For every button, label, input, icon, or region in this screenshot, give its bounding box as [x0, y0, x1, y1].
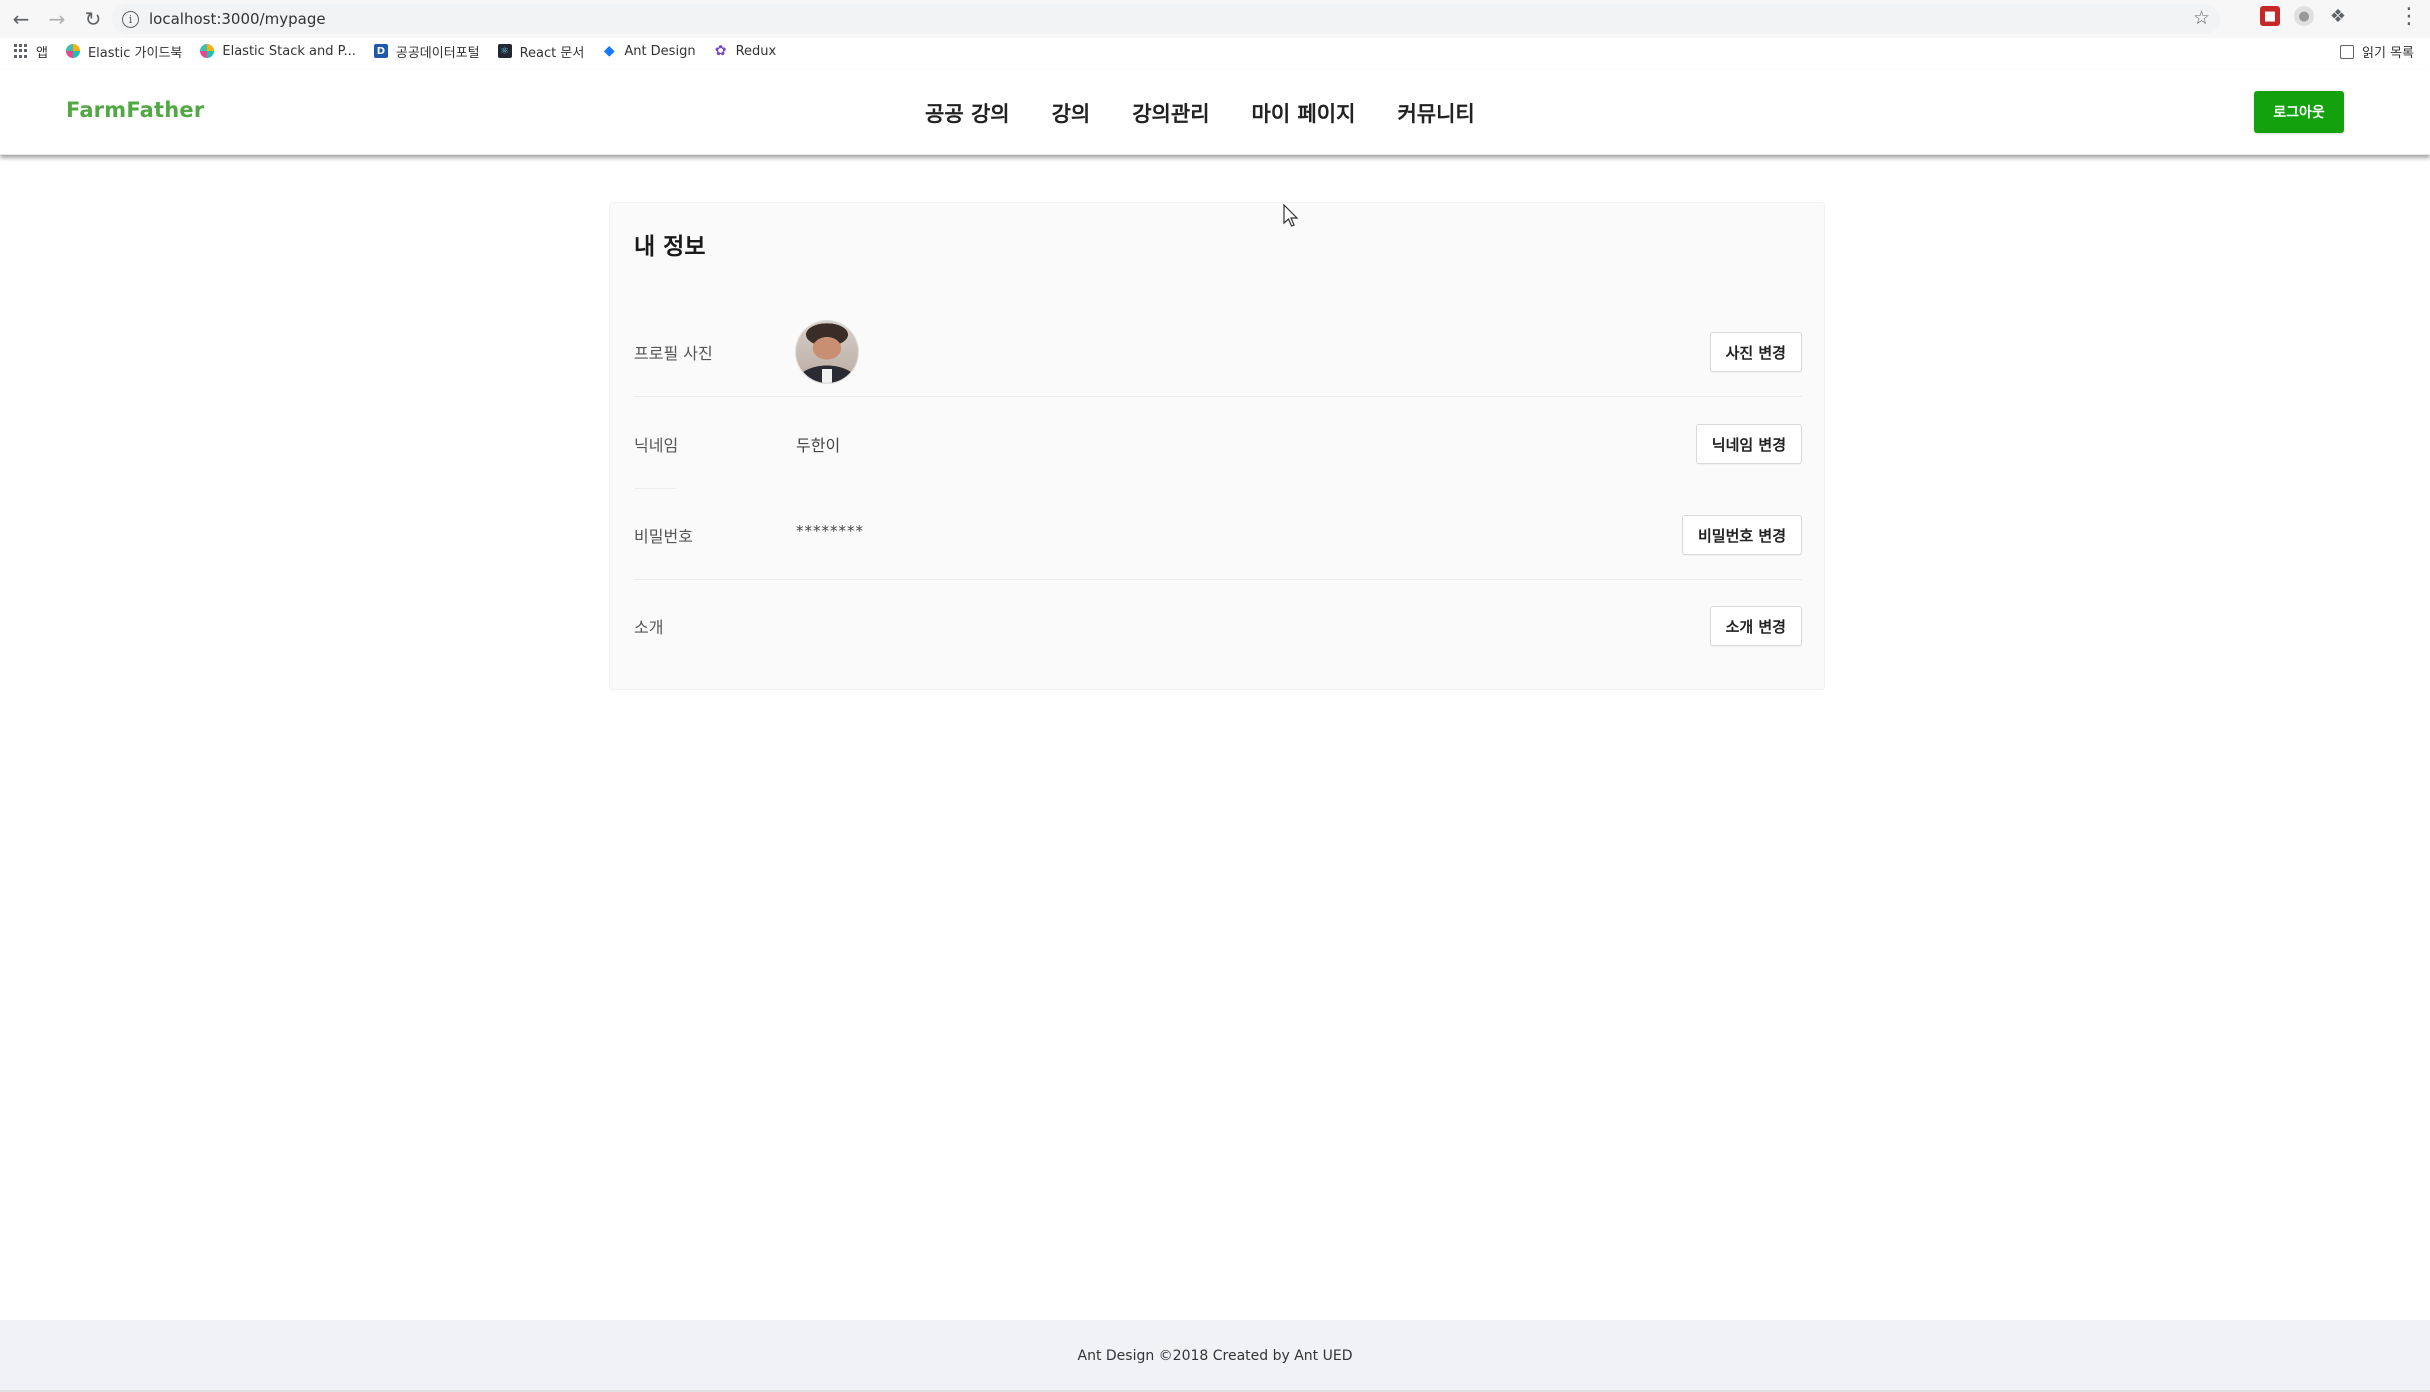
reload-icon[interactable]: ↻	[76, 2, 110, 36]
bookmark-label: 공공데이터포털	[395, 45, 480, 61]
nickname-row: 닉네임 두한이 닉네임 변경	[634, 399, 1802, 489]
app-header: FarmFather 공공 강의 강의 강의관리 마이 페이지 커뮤니티 로그아…	[0, 70, 2430, 155]
nav-my-page[interactable]: 마이 페이지	[1252, 98, 1356, 128]
bookmark-react-docs[interactable]: ⚛ React 문서	[497, 42, 585, 61]
footer: Ant Design ©2018 Created by Ant UED	[0, 1320, 2430, 1392]
bookmark-star-icon[interactable]: ☆	[2193, 7, 2210, 29]
row-value	[796, 321, 1710, 383]
password-row: 비밀번호 ******** 비밀번호 변경	[634, 490, 1802, 580]
introduction-row: 소개 소개 변경	[634, 581, 1802, 671]
main-nav: 공공 강의 강의 강의관리 마이 페이지 커뮤니티	[925, 98, 1475, 128]
reading-list[interactable]: 읽기 목록	[2340, 42, 2414, 61]
reading-list-icon	[2340, 44, 2355, 59]
bookmark-label: Ant Design	[624, 43, 696, 59]
change-password-button[interactable]: 비밀번호 변경	[1681, 515, 1802, 555]
bookmark-elastic-guide[interactable]: Elastic 가이드북	[65, 42, 183, 61]
bookmark-label: Elastic 가이드북	[87, 45, 183, 61]
bookmark-ant-design[interactable]: ◆ Ant Design	[602, 43, 696, 59]
row-label: 프로필 사진	[634, 344, 713, 363]
logout-button[interactable]: 로그아웃	[2254, 91, 2344, 133]
bookmarks-bar: 앱 Elastic 가이드북 Elastic Stack and P... D …	[0, 38, 2430, 64]
back-arrow-icon[interactable]: ←	[4, 2, 38, 36]
bookmark-label: Redux	[735, 43, 777, 59]
elastic-icon	[200, 44, 215, 58]
site-info-icon[interactable]: i	[122, 10, 139, 28]
password-value: ********	[796, 522, 864, 540]
bookmark-label: 앱	[36, 45, 48, 61]
reading-list-label: 읽기 목록	[2362, 46, 2414, 61]
change-nickname-button[interactable]: 닉네임 변경	[1695, 424, 1802, 464]
apps-icon[interactable]	[14, 44, 28, 58]
nav-community[interactable]: 커뮤니티	[1397, 98, 1474, 128]
url-text: localhost:3000/mypage	[149, 10, 326, 28]
nav-public-lectures[interactable]: 공공 강의	[925, 98, 1010, 128]
logo[interactable]: FarmFather	[66, 98, 204, 122]
row-divider	[634, 488, 676, 489]
forward-arrow-icon[interactable]: →	[40, 2, 74, 36]
redux-icon: ✿	[714, 43, 727, 59]
react-icon: ⚛	[497, 44, 512, 58]
bookmark-label: Elastic Stack and P...	[222, 43, 356, 59]
bookmark-elastic-stack[interactable]: Elastic Stack and P...	[200, 43, 356, 59]
row-divider	[634, 396, 1802, 397]
extensions-puzzle-icon[interactable]: ❖	[2328, 6, 2348, 27]
elastic-icon	[65, 44, 80, 58]
avatar	[796, 321, 858, 383]
nickname-value: 두한이	[796, 436, 841, 455]
bookmark-redux[interactable]: ✿ Redux	[714, 43, 777, 59]
extensions-area: ■ ● ❖	[2260, 6, 2348, 27]
nav-lecture-management[interactable]: 강의관리	[1132, 98, 1209, 128]
profile-photo-row: 프로필 사진 사진 변경	[634, 307, 1802, 397]
bookmark-label: React 문서	[519, 45, 585, 61]
row-label: 닉네임	[634, 436, 679, 455]
change-photo-button[interactable]: 사진 변경	[1709, 332, 1802, 372]
row-label: 소개	[634, 618, 664, 637]
address-bar[interactable]: i localhost:3000/mypage ☆	[112, 4, 2220, 34]
change-introduction-button[interactable]: 소개 변경	[1709, 606, 1802, 646]
bookmark-data-portal[interactable]: D 공공데이터포털	[373, 42, 480, 61]
extension-red-icon[interactable]: ■	[2260, 6, 2280, 26]
row-label: 비밀번호	[634, 527, 693, 546]
page-title: 내 정보	[634, 234, 706, 260]
data-portal-icon: D	[373, 44, 388, 58]
browser-menu-icon[interactable]: ⋮	[2398, 4, 2420, 29]
extension-gray-icon[interactable]: ●	[2294, 6, 2314, 26]
mouse-cursor-icon	[1283, 204, 1299, 227]
profile-card: 내 정보 프로필 사진 사진 변경 닉네임 두한이 닉네임 변경 비밀번호 **…	[609, 202, 1825, 690]
ant-design-icon: ◆	[603, 43, 615, 59]
row-divider	[634, 579, 1802, 580]
footer-text: Ant Design ©2018 Created by Ant UED	[1077, 1348, 1353, 1364]
bookmark-apps[interactable]: 앱	[36, 42, 48, 61]
browser-toolbar: ← → ↻ i localhost:3000/mypage ☆ ■ ● ❖ ⋮	[0, 0, 2430, 38]
nav-lectures[interactable]: 강의	[1052, 98, 1091, 128]
